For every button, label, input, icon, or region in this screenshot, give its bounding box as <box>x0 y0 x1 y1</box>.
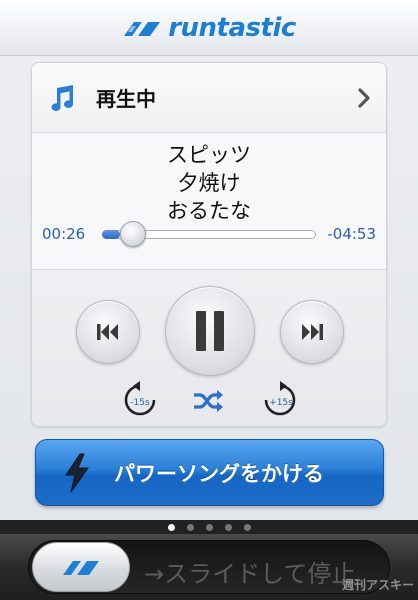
pause-button[interactable] <box>165 286 255 376</box>
app-header: runtastic <box>0 0 418 56</box>
watermark: 週刊アスキー <box>341 578 414 592</box>
elapsed-time: 00:26 <box>42 225 86 243</box>
page-dot <box>224 523 232 531</box>
artist-name: スピッツ <box>167 143 251 167</box>
page-dot <box>186 523 194 531</box>
page-dot <box>243 523 251 531</box>
runtastic-logo-mark-icon <box>124 21 161 36</box>
logo-text: runtastic <box>168 12 296 43</box>
power-song-button[interactable]: パワーソングをかける <box>35 439 384 506</box>
playback-controls: -15s +15s <box>32 269 386 426</box>
remaining-time: -04:53 <box>327 225 376 243</box>
shuffle-button[interactable] <box>190 386 226 416</box>
slide-to-stop-bar: →スライドして停止 週刊アスキー <box>0 534 418 600</box>
rewind-15s-button[interactable]: -15s <box>120 380 160 420</box>
chevron-right-icon[interactable] <box>356 87 372 109</box>
next-icon <box>302 324 323 340</box>
runtastic-logo: runtastic <box>122 13 296 43</box>
slide-knob[interactable] <box>32 542 130 592</box>
rewind-15-icon: -15s <box>124 381 156 416</box>
slide-to-stop-label: →スライドして停止 <box>144 560 356 588</box>
music-player-card: 再生中 スピッツ 夕焼け おるたな 00:26 -04:53 -15s +15s <box>31 62 387 427</box>
shuffle-icon <box>194 390 223 412</box>
progress-slider[interactable] <box>102 221 316 247</box>
rewind-label: -15s <box>130 398 150 408</box>
runtastic-slider-logo-icon <box>63 561 99 575</box>
forward-15-icon: +15s <box>264 381 296 416</box>
page-dot <box>167 523 175 531</box>
next-track-button[interactable] <box>280 300 344 364</box>
progress-fill <box>102 230 120 239</box>
track-info: スピッツ 夕焼け おるたな <box>32 133 386 223</box>
lightning-bolt-icon <box>65 453 89 492</box>
pause-icon <box>196 311 224 351</box>
previous-icon <box>97 324 118 340</box>
page-dot <box>205 523 213 531</box>
now-playing-title: 再生中 <box>96 87 156 111</box>
song-title: 夕焼け <box>177 171 241 195</box>
forward-label: +15s <box>269 398 293 408</box>
music-note-icon <box>51 84 74 111</box>
page-indicator[interactable] <box>0 520 418 534</box>
previous-track-button[interactable] <box>76 300 140 364</box>
power-song-label: パワーソングをかける <box>114 461 324 486</box>
now-playing-header[interactable]: 再生中 <box>32 63 386 133</box>
main-area: 再生中 スピッツ 夕焼け おるたな 00:26 -04:53 -15s +15s… <box>0 57 418 520</box>
progress-thumb[interactable] <box>119 221 146 247</box>
forward-15s-button[interactable]: +15s <box>260 380 300 420</box>
progress-row: 00:26 -04:53 <box>32 221 386 247</box>
